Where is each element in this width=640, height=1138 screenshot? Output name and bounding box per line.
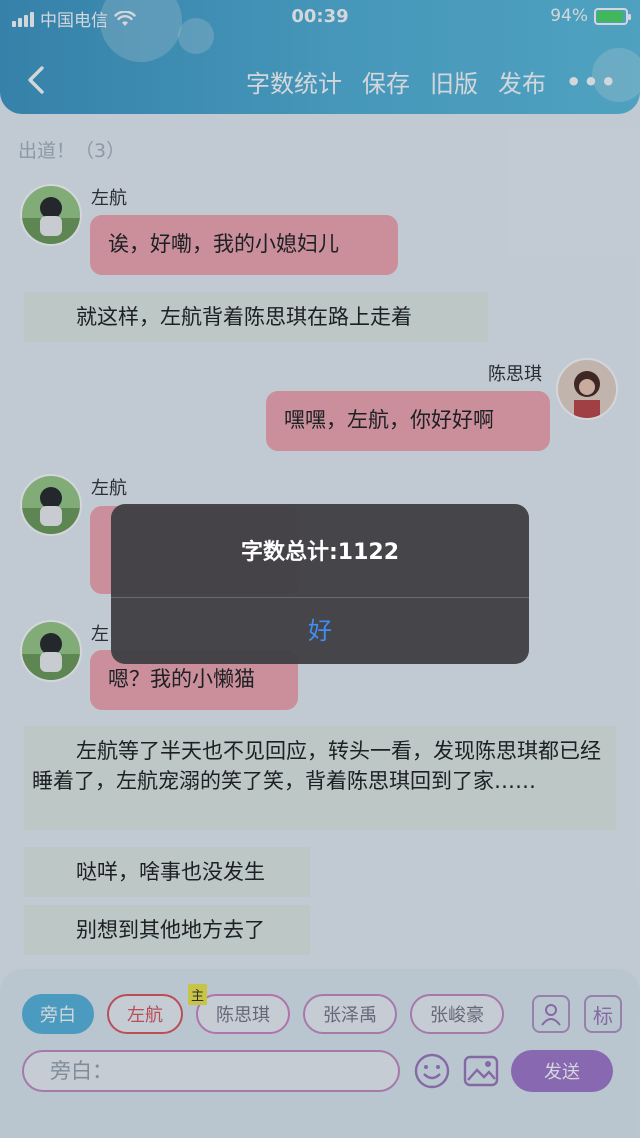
dialog-title: 字数总计:1122 — [240, 540, 400, 565]
word-count-dialog: 字数总计:1122 好 — [111, 504, 529, 664]
dialog-ok-button[interactable]: 好 — [111, 598, 529, 664]
